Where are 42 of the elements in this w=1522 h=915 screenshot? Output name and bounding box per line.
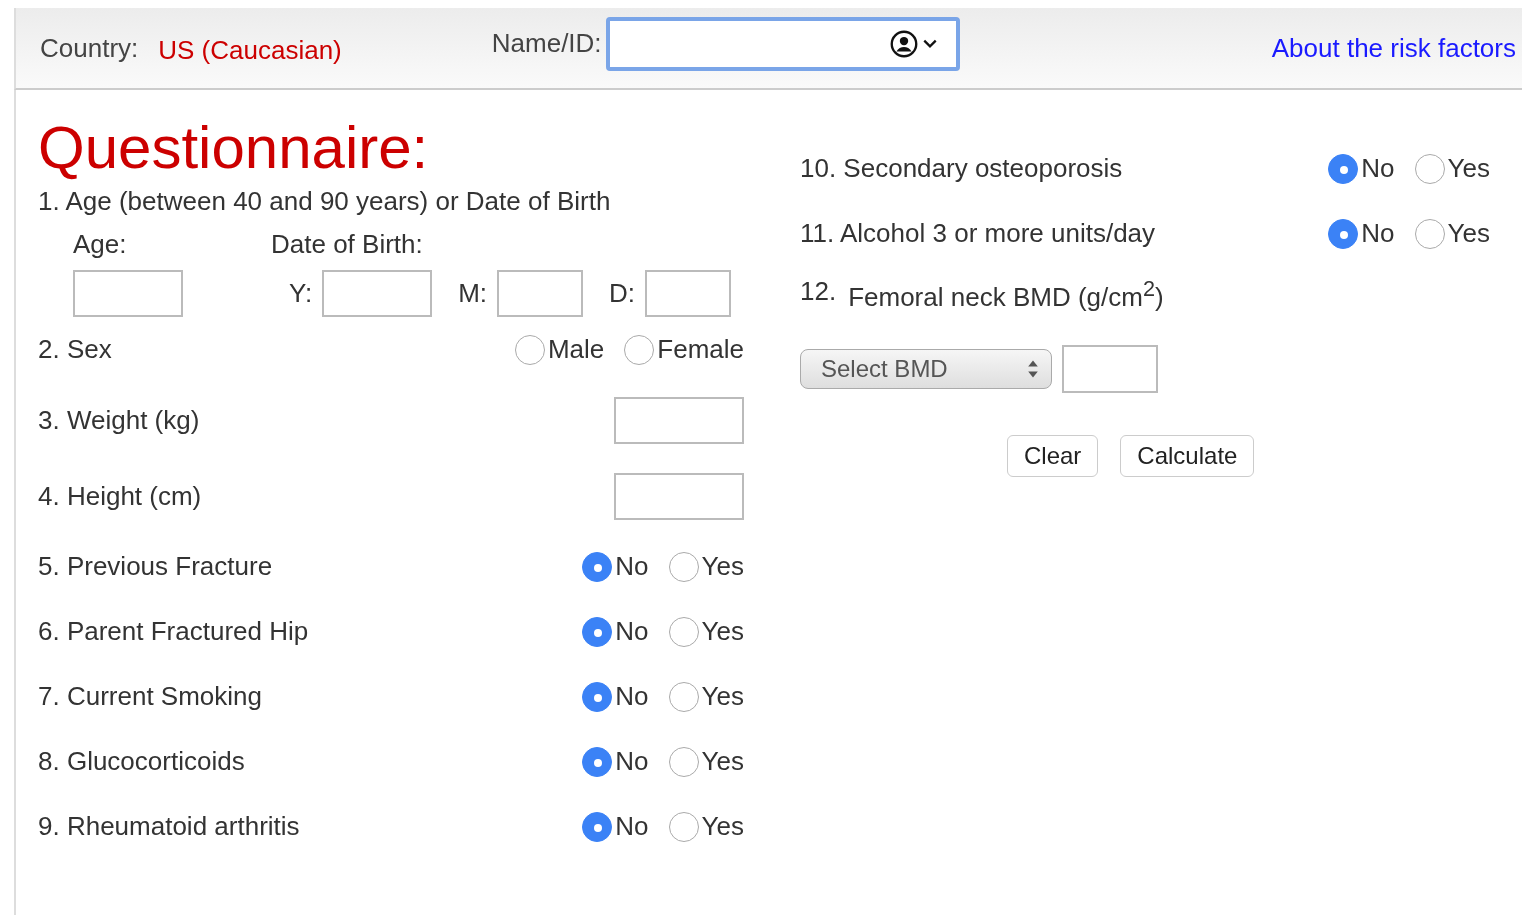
name-id-label: Name/ID: [491,27,602,59]
option-label: Yes [701,616,744,647]
option-label: Yes [701,811,744,842]
option-label: No [615,551,649,582]
option-label: No [1361,218,1395,249]
questionnaire-title: Questionnaire: [38,118,430,178]
date-of-birth-label: Date of Birth: [271,229,423,260]
option-label: No [615,616,649,647]
option-label: No [615,681,649,712]
form-button[interactable]: Calculate [1120,434,1255,477]
option-label: No [1361,153,1395,184]
question-label: 9. Rheumatoid arthritis [38,811,300,842]
question-label: 6. Parent Fractured Hip [38,616,309,647]
question-label: Femoral neck BMD (g/cm$^{2}$) [848,276,1164,313]
option-label: Yes [1447,218,1490,249]
bmd-select[interactable]: Select BMD [800,348,1052,389]
option-label: Male [547,334,605,365]
about-link[interactable]: About the risk factors [1271,32,1516,64]
country-value: US (Caucasian) [158,34,342,66]
option-label: Yes [701,746,744,777]
question-label: 8. Glucocorticoids [38,746,245,777]
form-button[interactable]: Clear [1007,434,1099,477]
question-label: 1. Age (between 40 and 90 years) or Date of Birth [38,186,612,217]
question-label: 10. Secondary osteoporosis [800,153,1123,184]
date-part-label: Y: [289,278,313,309]
country-label: Country: [40,32,139,64]
question-label: 3. Weight (kg) [38,404,200,436]
age-label: Age: [73,229,128,260]
question-label: 5. Previous Fracture [38,551,273,582]
question-label: 2. Sex [38,334,112,365]
date-part-label: M: [458,278,488,309]
question-label: 11. Alcohol 3 or more units/day [800,218,1156,249]
question-number: 12. [800,275,837,307]
date-part-label: D: [609,278,636,309]
option-label: Yes [701,681,744,712]
question-label: 7. Current Smoking [38,681,262,712]
option-label: Female [657,334,744,365]
option-label: No [615,746,649,777]
option-label: Yes [701,551,744,582]
option-label: No [615,811,649,842]
option-label: Yes [1447,153,1490,184]
question-label: 4. Height (cm) [38,480,202,512]
